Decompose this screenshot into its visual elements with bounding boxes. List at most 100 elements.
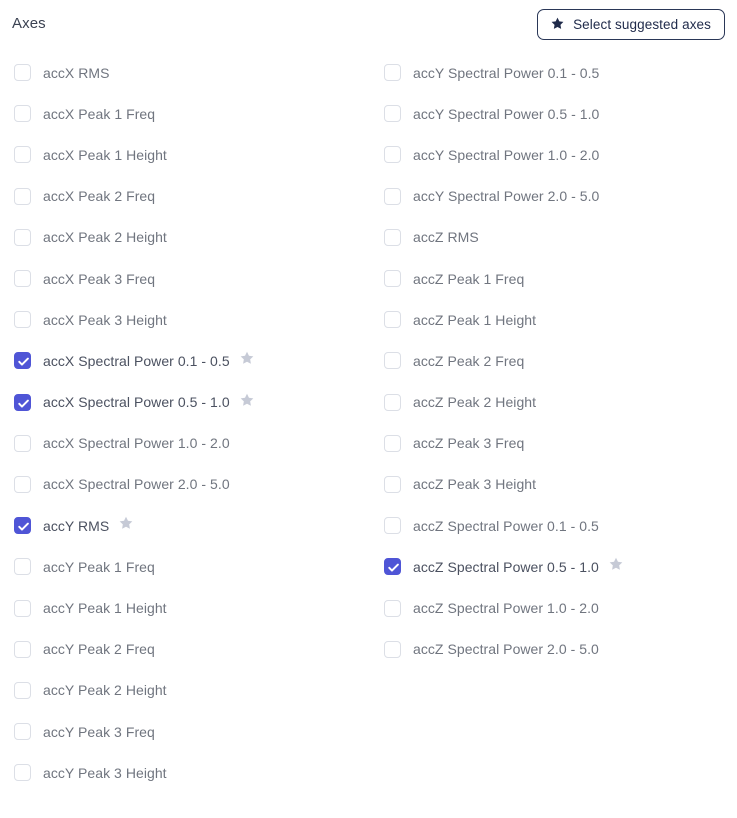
axis-checkbox[interactable] [384, 270, 401, 288]
axes-column-right: accY Spectral Power 0.1 - 0.5 accY Spectr… [368, 52, 736, 670]
axis-row[interactable]: accX Spectral Power 1.0 - 2.0 [14, 423, 368, 464]
axis-row[interactable]: accZ RMS [384, 217, 736, 258]
axis-checkbox[interactable] [14, 434, 31, 452]
star-icon[interactable] [239, 392, 255, 413]
axis-label: accX Spectral Power 2.0 - 5.0 [43, 476, 230, 493]
axis-label: accZ RMS [413, 229, 479, 246]
select-suggested-axes-label: Select suggested axes [573, 16, 711, 32]
axis-checkbox[interactable] [384, 352, 401, 370]
axis-row[interactable]: accZ Spectral Power 2.0 - 5.0 [384, 629, 736, 670]
axis-row[interactable]: accY Spectral Power 1.0 - 2.0 [384, 134, 736, 175]
axis-checkbox[interactable] [14, 311, 31, 329]
axis-label: accZ Peak 1 Height [413, 311, 537, 328]
axis-label: accZ Peak 1 Freq [413, 270, 525, 287]
axis-row[interactable]: accX Peak 2 Freq [14, 176, 368, 217]
axis-label: accX Peak 2 Height [43, 229, 167, 246]
axis-checkbox[interactable] [14, 228, 31, 246]
axis-checkbox[interactable] [384, 558, 401, 576]
axis-label: accY Peak 2 Height [43, 682, 167, 699]
axis-label: accX Peak 2 Freq [43, 188, 156, 205]
axis-row[interactable]: accZ Spectral Power 0.1 - 0.5 [384, 505, 736, 546]
axis-label: accY Peak 3 Freq [43, 723, 155, 740]
axis-label: accZ Spectral Power 0.5 - 1.0 [413, 558, 599, 575]
axis-row[interactable]: accZ Peak 1 Height [384, 299, 736, 340]
axis-row[interactable]: accY Spectral Power 0.5 - 1.0 [384, 93, 736, 134]
axis-checkbox[interactable] [384, 599, 401, 617]
axis-label: accZ Peak 2 Freq [413, 352, 525, 369]
axis-label: accZ Peak 2 Height [413, 394, 537, 411]
axis-checkbox[interactable] [384, 393, 401, 411]
axis-row[interactable]: accZ Peak 3 Height [384, 464, 736, 505]
axis-row[interactable]: accX Peak 1 Height [14, 134, 368, 175]
axis-label: accY Peak 3 Height [43, 764, 167, 781]
axis-checkbox[interactable] [384, 475, 401, 493]
axis-row[interactable]: accX Peak 3 Height [14, 299, 368, 340]
axis-row[interactable]: accX Peak 3 Freq [14, 258, 368, 299]
axis-row[interactable]: accX Peak 1 Freq [14, 93, 368, 134]
axis-checkbox[interactable] [384, 640, 401, 658]
axis-row[interactable]: accY Peak 1 Freq [14, 546, 368, 587]
axis-label: accY Spectral Power 2.0 - 5.0 [413, 188, 600, 205]
axis-row[interactable]: accY Spectral Power 2.0 - 5.0 [384, 176, 736, 217]
axis-checkbox[interactable] [384, 517, 401, 535]
star-icon[interactable] [118, 515, 134, 536]
star-icon [550, 16, 565, 34]
axis-label: accZ Spectral Power 1.0 - 2.0 [413, 600, 599, 617]
star-icon[interactable] [608, 556, 624, 577]
axis-label: accX Peak 1 Freq [43, 105, 156, 122]
axes-columns: accX RMS accX Peak 1 Freq accX Peak 1 Heig… [0, 52, 737, 818]
axis-checkbox[interactable] [14, 640, 31, 658]
axis-checkbox[interactable] [14, 723, 31, 741]
axis-label: accY Peak 2 Freq [43, 641, 155, 658]
axis-checkbox[interactable] [384, 64, 401, 82]
axes-column-left: accX RMS accX Peak 1 Freq accX Peak 1 Heig… [0, 52, 368, 793]
axis-row[interactable]: accX Spectral Power 2.0 - 5.0 [14, 464, 368, 505]
axis-row[interactable]: accY Peak 1 Height [14, 587, 368, 628]
axis-row[interactable]: accX Spectral Power 0.5 - 1.0 [14, 382, 368, 423]
axis-checkbox[interactable] [14, 681, 31, 699]
axis-checkbox[interactable] [14, 187, 31, 205]
axis-checkbox[interactable] [14, 393, 31, 411]
axis-label: accY Spectral Power 1.0 - 2.0 [413, 146, 600, 163]
axis-row[interactable]: accZ Peak 1 Freq [384, 258, 736, 299]
axis-checkbox[interactable] [384, 187, 401, 205]
axis-row[interactable]: accX Spectral Power 0.1 - 0.5 [14, 340, 368, 381]
axis-label: accY Peak 1 Height [43, 600, 167, 617]
axis-label: accZ Peak 3 Freq [413, 435, 525, 452]
star-icon[interactable] [239, 350, 255, 371]
axis-checkbox[interactable] [14, 105, 31, 123]
panel-header: Axes Select suggested axes [0, 0, 737, 52]
axis-checkbox[interactable] [14, 64, 31, 82]
axis-label: accX Peak 3 Freq [43, 270, 156, 287]
axis-row[interactable]: accY Peak 3 Height [14, 752, 368, 793]
select-suggested-axes-button[interactable]: Select suggested axes [537, 9, 725, 40]
axis-checkbox[interactable] [14, 146, 31, 164]
axis-row[interactable]: accZ Peak 2 Height [384, 382, 736, 423]
axis-row[interactable]: accY Spectral Power 0.1 - 0.5 [384, 52, 736, 93]
axis-checkbox[interactable] [384, 105, 401, 123]
axis-row[interactable]: accZ Peak 2 Freq [384, 340, 736, 381]
axis-row[interactable]: accY RMS [14, 505, 368, 546]
axis-row[interactable]: accX Peak 2 Height [14, 217, 368, 258]
axis-row[interactable]: accY Peak 3 Freq [14, 711, 368, 752]
axis-checkbox[interactable] [14, 599, 31, 617]
axis-checkbox[interactable] [14, 475, 31, 493]
axis-checkbox[interactable] [384, 146, 401, 164]
axis-checkbox[interactable] [384, 311, 401, 329]
axis-checkbox[interactable] [384, 228, 401, 246]
axis-checkbox[interactable] [14, 517, 31, 535]
axis-label: accZ Spectral Power 2.0 - 5.0 [413, 641, 599, 658]
axis-checkbox[interactable] [384, 434, 401, 452]
axis-row[interactable]: accY Peak 2 Freq [14, 629, 368, 670]
axis-row[interactable]: accZ Peak 3 Freq [384, 423, 736, 464]
axis-label: accY Spectral Power 0.5 - 1.0 [413, 105, 600, 122]
axis-label: accX Peak 1 Height [43, 146, 167, 163]
axis-checkbox[interactable] [14, 270, 31, 288]
axis-row[interactable]: accZ Spectral Power 1.0 - 2.0 [384, 587, 736, 628]
axis-row[interactable]: accY Peak 2 Height [14, 670, 368, 711]
axis-checkbox[interactable] [14, 352, 31, 370]
axis-checkbox[interactable] [14, 764, 31, 782]
axis-row[interactable]: accX RMS [14, 52, 368, 93]
axis-checkbox[interactable] [14, 558, 31, 576]
axis-row[interactable]: accZ Spectral Power 0.5 - 1.0 [384, 546, 736, 587]
